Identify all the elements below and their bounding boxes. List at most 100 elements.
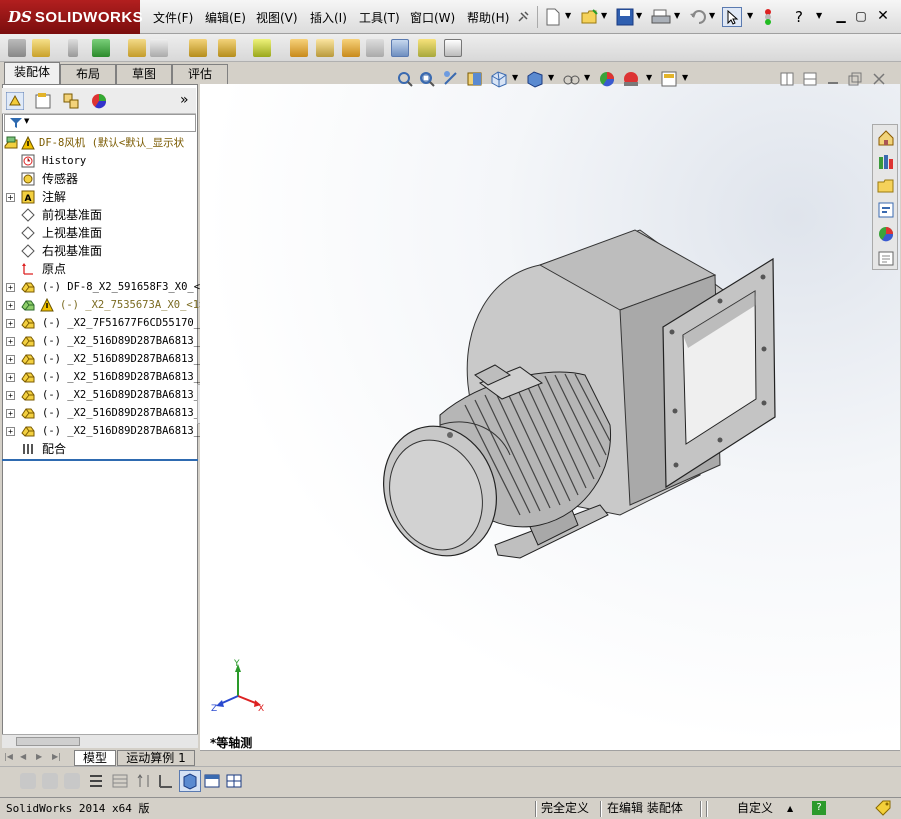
bill-of-materials-icon[interactable] [316, 39, 334, 57]
chevron-down-icon[interactable]: ▼ [565, 11, 571, 20]
close-icon[interactable]: ✕ [875, 9, 891, 23]
move-component-icon[interactable] [150, 39, 168, 57]
display-style-icon[interactable] [526, 70, 544, 88]
chevron-up-icon[interactable]: ▲ [787, 800, 793, 817]
mate-icon[interactable] [68, 39, 78, 57]
pin-icon[interactable] [516, 10, 530, 24]
tab-assembly[interactable]: 装配体 [4, 62, 60, 84]
chevron-down-icon[interactable]: ▼ [747, 11, 753, 20]
expand-toggle-icon[interactable]: + [6, 409, 15, 418]
home-resources-icon[interactable] [877, 129, 895, 147]
assembly-features-icon[interactable] [218, 39, 236, 57]
apply-scene-icon[interactable] [622, 70, 640, 88]
chevron-down-icon[interactable]: ▼ [24, 117, 29, 125]
grid-layout-icon[interactable] [226, 773, 242, 789]
edit-component-icon[interactable] [8, 39, 26, 57]
expand-toggle-icon[interactable]: + [6, 373, 15, 382]
explode-line-icon[interactable] [366, 39, 384, 57]
more-chevron[interactable]: » [180, 92, 189, 108]
window-layout-icon[interactable] [204, 773, 220, 789]
menu-help[interactable]: 帮助(H) [467, 9, 509, 26]
rollback-bar[interactable] [2, 459, 198, 461]
chevron-down-icon[interactable]: ▼ [709, 11, 715, 20]
expand-toggle-icon[interactable]: + [6, 355, 15, 364]
undo-icon[interactable] [689, 9, 707, 25]
motion-icon[interactable] [64, 773, 80, 789]
solidworks-logo[interactable]: DS SOLIDWORKS [0, 0, 143, 34]
display-manager-icon[interactable] [90, 92, 108, 110]
menu-view[interactable]: 视图(V) [256, 9, 298, 26]
instant3d-icon[interactable] [391, 39, 409, 57]
scroll-prev-icon[interactable]: ◀ [20, 752, 26, 761]
help-icon[interactable]: ? [812, 801, 826, 815]
tag-icon[interactable] [874, 800, 892, 816]
view-minimize-icon[interactable] [826, 72, 840, 86]
menu-tools[interactable]: 工具(T) [359, 9, 400, 26]
property-manager-icon[interactable] [34, 92, 52, 110]
linear-pattern-icon[interactable] [92, 39, 110, 57]
chevron-down-icon[interactable]: ▼ [636, 11, 642, 20]
chevron-down-icon[interactable]: ▼ [512, 73, 518, 82]
scroll-first-icon[interactable]: |◀ [4, 752, 13, 761]
section-view-icon[interactable] [466, 70, 484, 88]
new-motion-study-icon[interactable] [290, 39, 308, 57]
gear-icon[interactable] [158, 773, 174, 789]
tab-evaluate[interactable]: 评估 [172, 64, 228, 84]
hide-show-items-icon[interactable] [562, 70, 580, 88]
view-settings-icon[interactable] [660, 70, 678, 88]
show-hidden-icon[interactable] [189, 39, 207, 57]
insert-component-icon[interactable] [32, 39, 50, 57]
design-library-icon[interactable] [877, 153, 895, 171]
reference-geometry-icon[interactable] [253, 39, 271, 57]
view-close-icon[interactable] [872, 72, 886, 86]
view-palette-icon[interactable] [877, 201, 895, 219]
view-3d-button[interactable] [179, 770, 201, 792]
chevron-down-icon[interactable]: ▼ [682, 73, 688, 82]
chevron-down-icon[interactable]: ▼ [646, 73, 652, 82]
take-snapshot-icon[interactable] [444, 39, 462, 57]
view-restore-icon[interactable] [848, 72, 862, 86]
chevron-down-icon[interactable]: ▼ [674, 11, 680, 20]
smart-fasteners-icon[interactable] [128, 39, 146, 57]
save-icon[interactable] [616, 8, 634, 26]
open-folder-icon[interactable] [581, 8, 599, 26]
tab-model[interactable]: 模型 [74, 750, 116, 766]
expand-toggle-icon[interactable]: + [6, 427, 15, 436]
menu-insert[interactable]: 插入(I) [310, 9, 347, 26]
menu-file[interactable]: 文件(F) [153, 9, 193, 26]
analysis-icon[interactable] [42, 773, 58, 789]
menu-window[interactable]: 窗口(W) [410, 9, 455, 26]
tree-horizontal-scrollbar[interactable] [2, 734, 198, 748]
sort-icon[interactable] [136, 773, 152, 789]
tab-layout[interactable]: 布局 [60, 64, 116, 84]
design-study-icon[interactable] [20, 773, 36, 789]
help-question-icon[interactable]: ? [795, 8, 803, 26]
zoom-to-fit-icon[interactable] [396, 70, 414, 88]
tab-sketch[interactable]: 草图 [116, 64, 172, 84]
view-orientation-icon[interactable] [490, 70, 508, 88]
exploded-view-icon[interactable] [342, 39, 360, 57]
scroll-last-icon[interactable]: ▶| [52, 752, 61, 761]
tab-motion-study[interactable]: 运动算例 1 [117, 750, 195, 766]
expand-toggle-icon[interactable]: + [6, 193, 15, 202]
zoom-area-icon[interactable] [418, 70, 436, 88]
menu-edit[interactable]: 编辑(E) [205, 9, 246, 26]
chevron-down-icon[interactable]: ▼ [548, 73, 554, 82]
units-selector[interactable]: 自定义 [737, 800, 773, 817]
expand-toggle-icon[interactable]: + [6, 337, 15, 346]
edit-appearance-icon[interactable] [598, 70, 616, 88]
scroll-next-icon[interactable]: ▶ [36, 752, 42, 761]
custom-properties-icon[interactable] [877, 249, 895, 267]
rebuild-traffic-light-icon[interactable] [762, 8, 774, 26]
table-view-icon[interactable] [112, 773, 128, 789]
filter-box[interactable]: ▼ [4, 114, 196, 132]
file-explorer-icon[interactable] [877, 177, 895, 195]
speedpak-icon[interactable] [418, 39, 436, 57]
scrollbar-thumb[interactable] [16, 737, 80, 746]
expand-toggle-icon[interactable]: + [6, 319, 15, 328]
new-document-icon[interactable] [545, 8, 561, 26]
split-horizontal-icon[interactable] [803, 72, 817, 86]
minimize-icon[interactable]: ▁ [833, 9, 849, 23]
appearances-scenes-icon[interactable] [877, 225, 895, 243]
select-button[interactable] [722, 7, 742, 27]
